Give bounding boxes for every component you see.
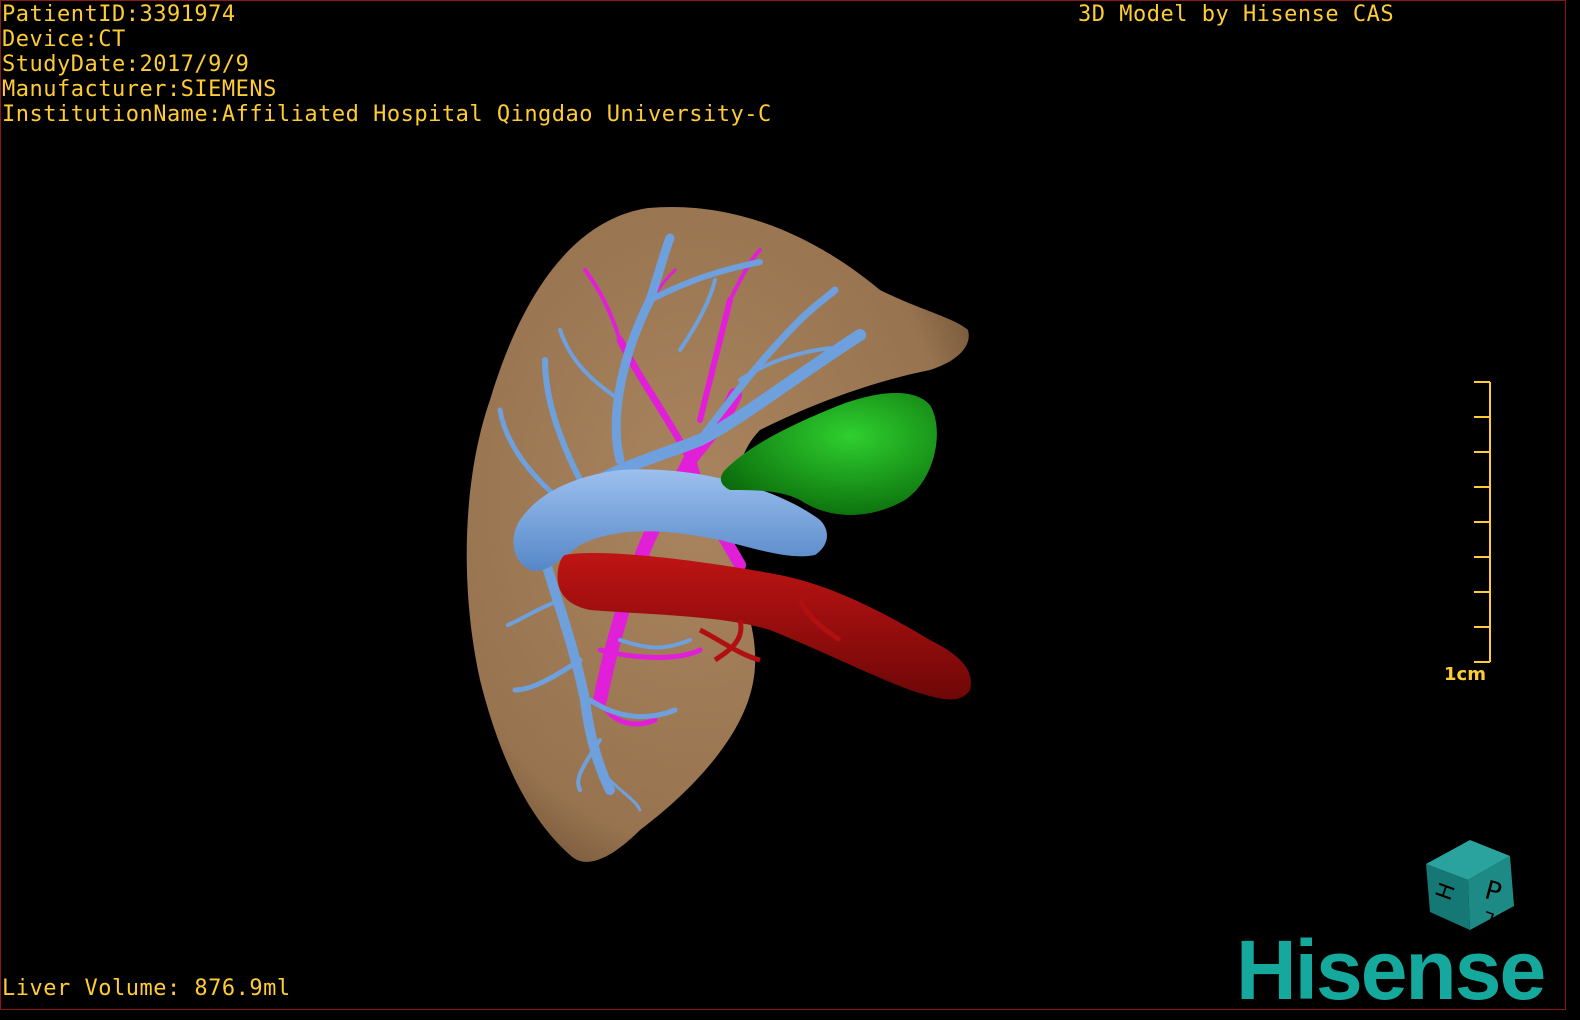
device-text: Device:CT: [2, 27, 126, 52]
liver-3d-model[interactable]: [0, 0, 1580, 1020]
study-date-text: StudyDate:2017/9/9: [2, 52, 250, 77]
model-credit-text: 3D Model by Hisense CAS: [1078, 2, 1395, 27]
scale-bar: [1474, 381, 1491, 663]
institution-text: InstitutionName:Affiliated Hospital Qing…: [2, 102, 772, 127]
liver-volume-text: Liver Volume: 876.9ml: [2, 976, 291, 1001]
hisense-logo: Hisense: [1236, 923, 1546, 1017]
patient-id-text: PatientID:3391974: [2, 2, 236, 27]
dicom-info-overlay: PatientID:3391974 Device:CT StudyDate:20…: [2, 2, 772, 127]
manufacturer-text: Manufacturer:SIEMENS: [2, 77, 277, 102]
scale-bar-label: 1cm: [1444, 664, 1486, 685]
